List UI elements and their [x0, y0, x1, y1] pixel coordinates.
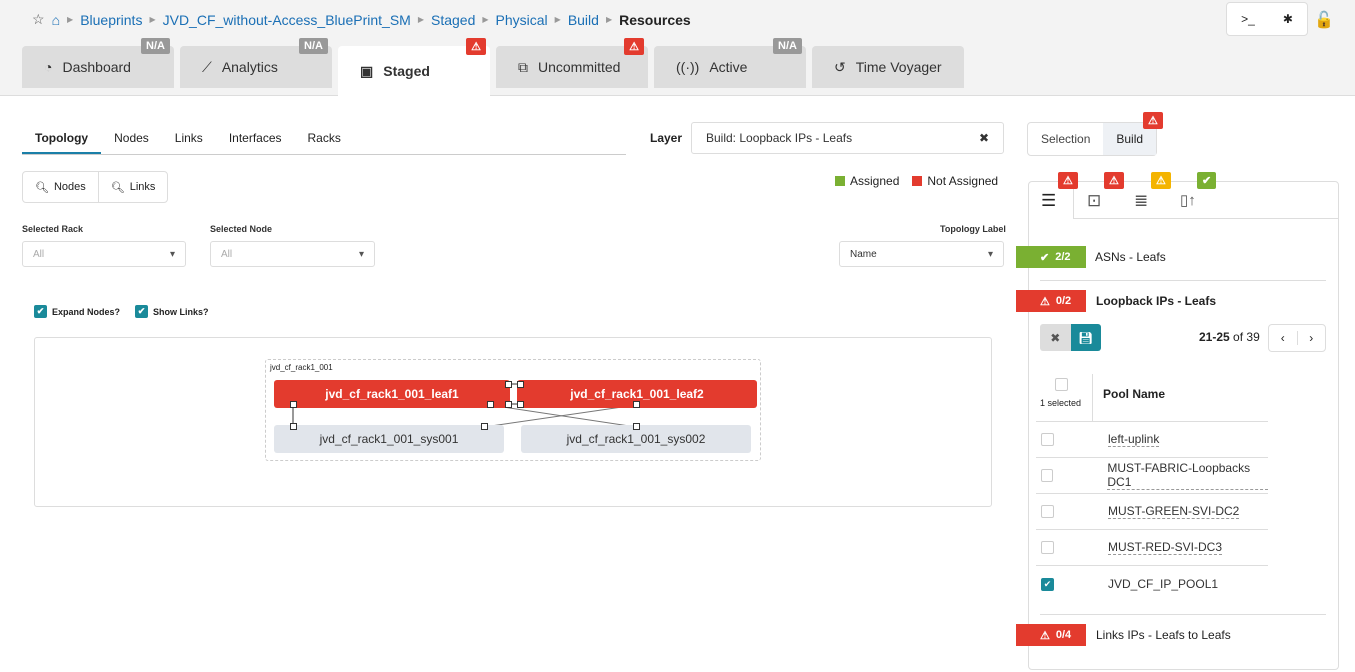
pool-name: JVD_CF_IP_POOL1 — [1108, 577, 1219, 591]
port-handle — [505, 381, 512, 388]
row-checkbox-checked[interactable]: ✔ — [1041, 577, 1054, 591]
servers-icon[interactable]: ≣ — [1134, 191, 1148, 211]
port-handle — [481, 423, 488, 430]
row-checkbox[interactable] — [1041, 433, 1054, 446]
panel-mode-toggle: Selection Build — [1027, 122, 1158, 156]
port-handle — [290, 401, 297, 408]
group-asns[interactable]: ASNs - Leafs — [1095, 250, 1166, 264]
warning-badge: ⚠ — [1058, 172, 1078, 189]
port-handle — [290, 423, 297, 430]
pool-row[interactable]: MUST-FABRIC-Loopbacks DC1 — [1036, 458, 1268, 494]
warning-icon: ⚠ — [1040, 629, 1050, 642]
port-handle — [505, 401, 512, 408]
group-flag-links: ⚠ 0/4 — [1016, 624, 1086, 646]
select-all-checkbox[interactable] — [1055, 378, 1068, 391]
group-flag-asns: ✔ 2/2 — [1016, 246, 1086, 268]
warning-badge: ⚠ — [1104, 172, 1124, 189]
device-scan-icon[interactable]: ⊡ — [1087, 191, 1101, 211]
build-warning-badge: ⚠ — [1143, 112, 1163, 129]
port-handle — [633, 423, 640, 430]
pool-row[interactable]: MUST-RED-SVI-DC3 — [1036, 530, 1268, 566]
warning-icon: ⚠ — [1040, 295, 1050, 308]
warning-badge: ⚠ — [1151, 172, 1171, 189]
port-handle — [487, 401, 494, 408]
row-checkbox[interactable] — [1041, 469, 1054, 482]
pool-row[interactable]: MUST-GREEN-SVI-DC2 — [1036, 494, 1268, 530]
row-checkbox[interactable] — [1041, 505, 1054, 518]
list-icon[interactable]: ☰ — [1041, 191, 1056, 211]
node-sys001[interactable]: jvd_cf_rack1_001_sys001 — [274, 425, 504, 453]
save-button[interactable]: 💾︎ — [1070, 324, 1101, 351]
group-loopback[interactable]: Loopback IPs - Leafs — [1096, 294, 1216, 308]
prev-page-button[interactable]: ‹ — [1269, 331, 1298, 345]
next-page-button[interactable]: › — [1298, 331, 1326, 345]
pool-row[interactable]: left-uplink — [1036, 422, 1268, 458]
pool-name: MUST-FABRIC-Loopbacks DC1 — [1107, 461, 1268, 490]
clear-button[interactable]: ✖ — [1040, 324, 1071, 351]
pool-name: left-uplink — [1108, 432, 1160, 447]
pool-actions: ✖ 💾︎ — [1040, 324, 1101, 351]
sort-icon[interactable]: ▯↑ — [1180, 191, 1196, 209]
selection-button[interactable]: Selection — [1028, 132, 1103, 146]
group-links[interactable]: Links IPs - Leafs to Leafs — [1096, 628, 1231, 642]
ok-badge: ✔ — [1197, 172, 1217, 189]
node-leaf1[interactable]: jvd_cf_rack1_001_leaf1 — [274, 380, 510, 408]
check-icon: ✔ — [1040, 251, 1050, 264]
pool-name-header: Pool Name — [1103, 387, 1166, 401]
pagination-total: of 39 — [1233, 330, 1260, 344]
port-handle — [633, 401, 640, 408]
pool-name: MUST-RED-SVI-DC3 — [1108, 540, 1223, 555]
pool-name: MUST-GREEN-SVI-DC2 — [1108, 504, 1240, 519]
selected-count: 1 selected — [1040, 398, 1082, 408]
pool-row[interactable]: ✔ JVD_CF_IP_POOL1 — [1036, 566, 1268, 602]
group-flag-loopback: ⚠ 0/2 — [1016, 290, 1086, 312]
port-handle — [517, 381, 524, 388]
pagination-range: 21-25 — [1199, 330, 1230, 344]
port-handle — [517, 401, 524, 408]
row-checkbox[interactable] — [1041, 541, 1054, 554]
pager: ‹ › — [1268, 324, 1326, 352]
